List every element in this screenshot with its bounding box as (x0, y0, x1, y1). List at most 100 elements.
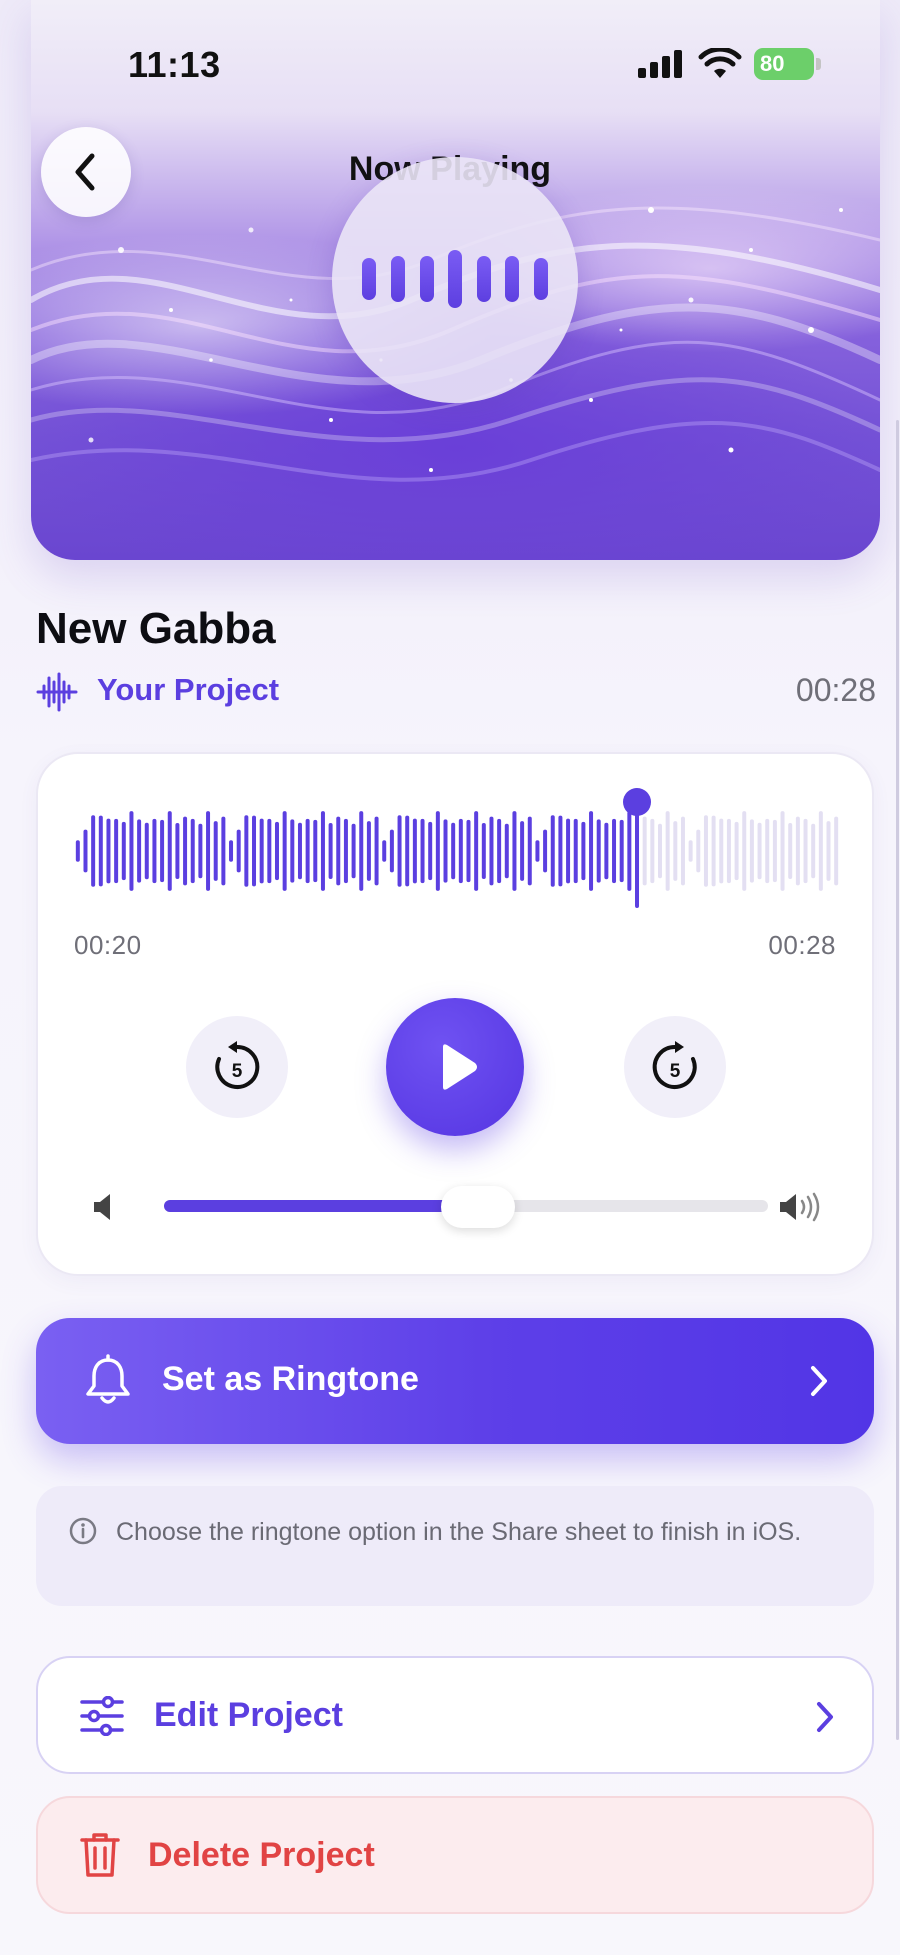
volume-control (92, 1182, 822, 1232)
waveform-bar (374, 816, 379, 886)
waveform-bar (183, 816, 188, 886)
waveform-bar (811, 823, 816, 879)
waveform-bar (267, 818, 272, 884)
waveform-bar (665, 811, 670, 891)
waveform-bar (573, 818, 578, 884)
waveform-bar (734, 821, 739, 881)
waveform-bar (558, 815, 563, 887)
waveform-bar (520, 821, 525, 881)
waveform-bar (190, 818, 195, 884)
waveform-bar (229, 840, 234, 862)
waveform-bar (803, 818, 808, 884)
waveform-bar (106, 818, 111, 884)
waveform-bar (497, 818, 502, 884)
cellular-signal-icon (638, 50, 682, 78)
waveform-bar (91, 815, 96, 887)
battery-level: 80 (760, 51, 785, 76)
trash-icon (80, 1833, 120, 1877)
playhead-handle[interactable] (623, 788, 652, 816)
delete-project-button[interactable]: Delete Project (36, 1796, 874, 1914)
waveform-bar (703, 815, 708, 887)
waveform-bar (696, 829, 701, 873)
waveform-bar (642, 816, 647, 886)
eq-bar (362, 258, 376, 300)
waveform-bar (366, 821, 371, 881)
battery-tip (816, 58, 821, 70)
waveform-scrubber[interactable] (74, 786, 840, 916)
waveform-bar (167, 811, 172, 891)
waveform-bar (742, 811, 747, 891)
track-duration: 00:28 (795, 672, 876, 708)
waveform-bar (673, 821, 678, 881)
eq-bar (477, 256, 491, 302)
waveform-bar (504, 823, 509, 879)
skip-forward-button[interactable]: 5 (624, 1016, 726, 1118)
back-button[interactable] (41, 127, 131, 217)
waveform-bar (604, 822, 609, 880)
waveform-bar (359, 811, 364, 891)
waveform-bar (137, 819, 142, 883)
eq-bar (391, 256, 405, 302)
waveform-bar (466, 819, 471, 883)
speaker-low-icon (94, 1194, 110, 1220)
waveform-bar (175, 823, 180, 879)
skip-back-label: 5 (232, 1061, 243, 1082)
skip-back-button[interactable]: 5 (186, 1016, 288, 1118)
scroll-indicator (896, 420, 899, 1740)
end-time: 00:28 (768, 930, 836, 960)
waveform-bar (290, 819, 295, 883)
waveform-bar (114, 818, 119, 884)
waveform-bar (282, 811, 287, 891)
waveform-bar (259, 818, 264, 884)
waveform-bar (328, 823, 333, 879)
waveform-bar (757, 822, 762, 880)
status-time: 11:13 (128, 44, 221, 85)
set-as-ringtone-label: Set as Ringtone (162, 1360, 419, 1398)
waveform-bar (435, 811, 440, 891)
track-title: New Gabba (36, 604, 276, 653)
waveform-bar (581, 821, 586, 881)
waveform-bar (144, 822, 149, 880)
waveform-bar (244, 815, 249, 887)
track-source-row: Your Project 00:28 (36, 668, 876, 712)
waveform-bar (343, 818, 348, 884)
waveform-bar (160, 819, 165, 883)
waveform-bar (213, 821, 218, 881)
skip-forward-label: 5 (670, 1061, 681, 1082)
wifi-icon (698, 48, 742, 78)
waveform-bar (612, 818, 617, 884)
waveform-bar (428, 821, 433, 881)
eq-bar (420, 256, 434, 302)
waveform-bar (627, 811, 632, 891)
waveform-bar (236, 829, 241, 873)
waveform-bar (780, 811, 785, 891)
volume-fill (164, 1200, 479, 1212)
waveform-bar (788, 823, 793, 879)
waveform-bar (443, 819, 448, 883)
volume-slider[interactable] (164, 1186, 768, 1228)
play-button[interactable] (386, 998, 524, 1136)
waveform-bar (83, 829, 88, 873)
skip-forward-5-icon: 5 (652, 1041, 697, 1089)
waveform-bar (834, 816, 839, 886)
eq-bar (448, 250, 462, 308)
waveform-bar (129, 811, 134, 891)
equalizer-disc (332, 157, 578, 403)
set-as-ringtone-button[interactable]: Set as Ringtone (36, 1318, 874, 1444)
waveform-bar (566, 818, 571, 884)
waveform-bar (336, 816, 341, 886)
waveform-bar (535, 840, 540, 862)
waveform-bar (382, 840, 387, 862)
current-time: 00:20 (74, 930, 142, 960)
edit-project-button[interactable]: Edit Project (36, 1656, 874, 1774)
waveform-bar (206, 811, 211, 891)
waveform-bar (397, 815, 402, 887)
waveform-bar (420, 818, 425, 884)
waveform-bar (412, 818, 417, 884)
waveform-bar (451, 822, 456, 880)
waveform-bar (481, 823, 486, 879)
waveform-bar (75, 840, 80, 862)
volume-thumb[interactable] (441, 1186, 516, 1228)
waveform-bar (650, 818, 655, 884)
waveform-bar (818, 811, 823, 891)
